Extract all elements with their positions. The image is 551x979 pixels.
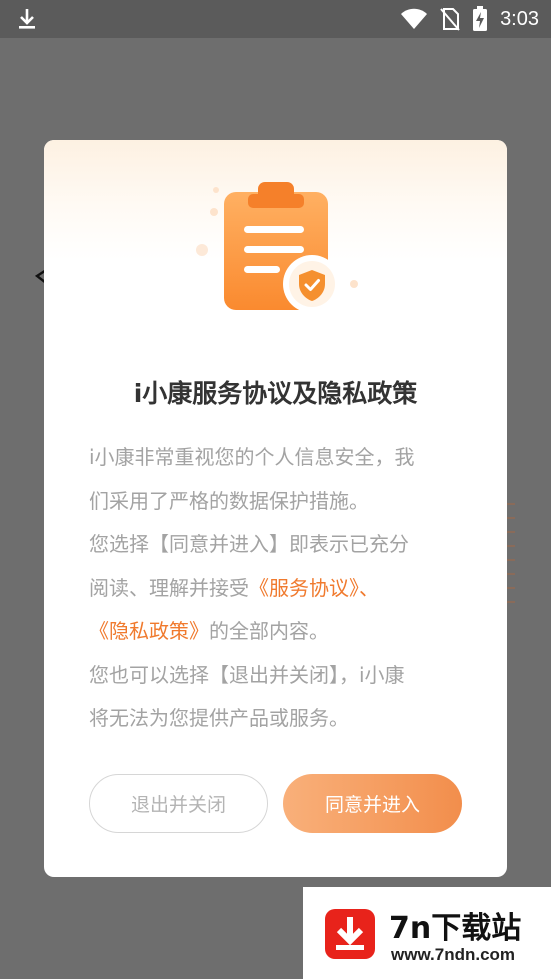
body-line: i小康非常重视您的个人信息安全，我 — [89, 445, 415, 469]
battery-charging-icon — [473, 6, 488, 31]
agree-and-enter-button[interactable]: 同意并进入 — [283, 774, 462, 833]
download-logo-icon — [325, 909, 375, 959]
exit-and-close-button[interactable]: 退出并关闭 — [89, 774, 268, 833]
status-icons: 3:03 — [400, 0, 539, 38]
status-bar: 3:03 — [0, 0, 551, 38]
body-line: 将无法为您提供产品或服务。 — [89, 706, 349, 730]
clipboard-shield-icon — [196, 182, 358, 313]
wifi-icon — [401, 8, 428, 29]
body-line: 您也可以选择【退出并关闭】，i小康 — [89, 662, 405, 687]
body-line-prefix: 阅读、理解并接受 — [89, 575, 249, 600]
download-icon — [19, 9, 35, 29]
watermark-url: www.7ndn.com — [391, 945, 516, 964]
dialog-title: i小康服务协议及隐私政策 — [133, 379, 418, 408]
no-sim-icon — [440, 8, 460, 31]
body-line: 阅读、理解并接受《服务协议》、 — [89, 567, 469, 611]
privacy-policy-link[interactable]: 《隐私政策》 — [89, 619, 209, 643]
body-line-suffix: 的全部内容。 — [209, 619, 329, 643]
clock: 3:03 — [500, 7, 539, 30]
body-line: 您选择【同意并进入】即表示已充分 — [89, 532, 409, 556]
dialog-body: i小康非常重视您的个人信息安全，我 们采用了严格的数据保护措施。 您选择【同意并… — [89, 436, 469, 741]
watermark-name: 7n下载站 — [389, 911, 522, 946]
service-agreement-link[interactable]: 《服务协议》、 — [249, 576, 379, 600]
privacy-dialog: i小康服务协议及隐私政策 i小康非常重视您的个人信息安全，我 们采用了严格的数据… — [44, 140, 507, 877]
watermark: 7n下载站 www.7ndn.com — [303, 887, 551, 979]
body-line: 《隐私政策》的全部内容。 — [89, 610, 469, 654]
body-line: 们采用了严格的数据保护措施。 — [89, 488, 369, 513]
